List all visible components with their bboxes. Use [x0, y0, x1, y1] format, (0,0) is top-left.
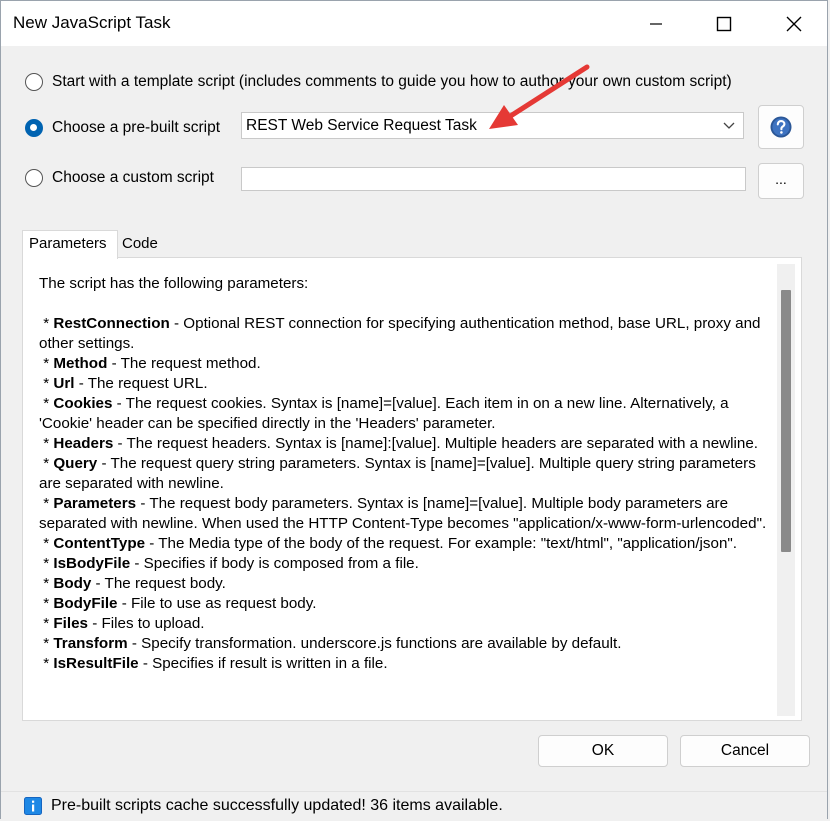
param-text: - The request headers. Syntax is [name]:…: [113, 435, 759, 452]
param-item: * Headers - The request headers. Syntax …: [39, 435, 759, 452]
param-name: Method: [53, 355, 108, 372]
param-text: - Specifies if body is composed from a f…: [130, 555, 419, 572]
param-name: IsBodyFile: [53, 555, 131, 572]
param-item: * Url - The request URL.: [39, 375, 208, 392]
param-name: Cookies: [53, 395, 113, 412]
radio-custom[interactable]: [25, 169, 43, 187]
param-text: - File to use as request body.: [117, 595, 317, 612]
description-intro: The script has the following parameters:: [39, 275, 309, 292]
cancel-button[interactable]: Cancel: [680, 735, 810, 767]
param-item: * Transform - Specify transformation. un…: [39, 635, 622, 652]
param-item: * Body - The request body.: [39, 575, 226, 592]
param-text: - The Media type of the body of the requ…: [145, 535, 738, 552]
browse-button[interactable]: ...: [758, 163, 804, 199]
param-name: BodyFile: [53, 595, 118, 612]
maximize-icon: [716, 16, 732, 31]
option-template-label: Start with a template script (includes c…: [52, 73, 732, 90]
param-name: Headers: [53, 435, 114, 452]
tab-code[interactable]: Code: [118, 232, 188, 258]
param-item: * IsBodyFile - Specifies if body is comp…: [39, 555, 419, 572]
vertical-scrollbar[interactable]: [777, 264, 795, 716]
param-text: - The request body parameters. Syntax is…: [39, 495, 767, 532]
info-icon: [24, 797, 42, 815]
param-name: ContentType: [53, 535, 146, 552]
param-text: - The request query string parameters. S…: [39, 455, 756, 492]
param-name: RestConnection: [53, 315, 170, 332]
param-item: * Query - The request query string param…: [39, 455, 756, 492]
custom-script-input[interactable]: [241, 167, 746, 191]
param-text: - The request URL.: [74, 375, 208, 392]
maximize-button[interactable]: [701, 1, 747, 46]
option-custom-script[interactable]: Choose a custom script: [25, 169, 214, 187]
chevron-down-icon: [723, 122, 735, 129]
scrollbar-thumb[interactable]: [781, 290, 791, 552]
radio-template[interactable]: [25, 73, 43, 91]
radio-prebuilt[interactable]: [25, 119, 43, 137]
param-item: * RestConnection - Optional REST connect…: [39, 315, 761, 352]
parameters-panel: The script has the following parameters:…: [22, 257, 802, 721]
option-prebuilt-script[interactable]: Choose a pre-built script: [25, 119, 220, 137]
param-text: - Specify transformation. underscore.js …: [127, 635, 622, 652]
param-text: - Specifies if result is written in a fi…: [138, 655, 388, 672]
param-name: Url: [53, 375, 75, 392]
option-prebuilt-label: Choose a pre-built script: [52, 119, 220, 136]
param-name: Files: [53, 615, 88, 632]
parameters-description: The script has the following parameters:…: [39, 274, 774, 674]
status-bar: Pre-built scripts cache successfully upd…: [1, 791, 827, 820]
param-name: Transform: [53, 635, 128, 652]
param-item: * BodyFile - File to use as request body…: [39, 595, 317, 612]
param-text: - The request cookies. Syntax is [name]=…: [39, 395, 729, 432]
help-button[interactable]: [758, 105, 804, 149]
status-message: Pre-built scripts cache successfully upd…: [51, 797, 503, 814]
window-title: New JavaScript Task: [13, 13, 171, 32]
param-item: * ContentType - The Media type of the bo…: [39, 535, 738, 552]
param-name: Query: [53, 455, 98, 472]
param-item: * IsResultFile - Specifies if result is …: [39, 655, 388, 672]
prebuilt-script-value: REST Web Service Request Task: [246, 117, 477, 134]
param-name: IsResultFile: [53, 655, 139, 672]
param-item: * Parameters - The request body paramete…: [39, 495, 767, 532]
title-bar[interactable]: New JavaScript Task: [1, 1, 827, 46]
help-icon: [770, 116, 792, 138]
param-name: Body: [53, 575, 92, 592]
close-button[interactable]: [771, 1, 817, 46]
tab-parameters[interactable]: Parameters: [22, 230, 118, 259]
param-item: * Method - The request method.: [39, 355, 261, 372]
dialog-window: New JavaScript Task Start with a templat…: [0, 0, 828, 820]
annotation-arrow-icon: [489, 64, 590, 129]
param-name: Parameters: [53, 495, 137, 512]
close-icon: [786, 16, 802, 31]
param-item: * Files - Files to upload.: [39, 615, 205, 632]
ok-button[interactable]: OK: [538, 735, 668, 767]
param-text: - The request method.: [107, 355, 261, 372]
param-text: - Files to upload.: [87, 615, 205, 632]
param-text: - The request body.: [91, 575, 226, 592]
option-custom-label: Choose a custom script: [52, 169, 214, 186]
param-item: * Cookies - The request cookies. Syntax …: [39, 395, 729, 432]
minimize-icon: [650, 22, 662, 25]
minimize-button[interactable]: [633, 1, 679, 46]
option-template-script[interactable]: Start with a template script (includes c…: [25, 73, 732, 91]
